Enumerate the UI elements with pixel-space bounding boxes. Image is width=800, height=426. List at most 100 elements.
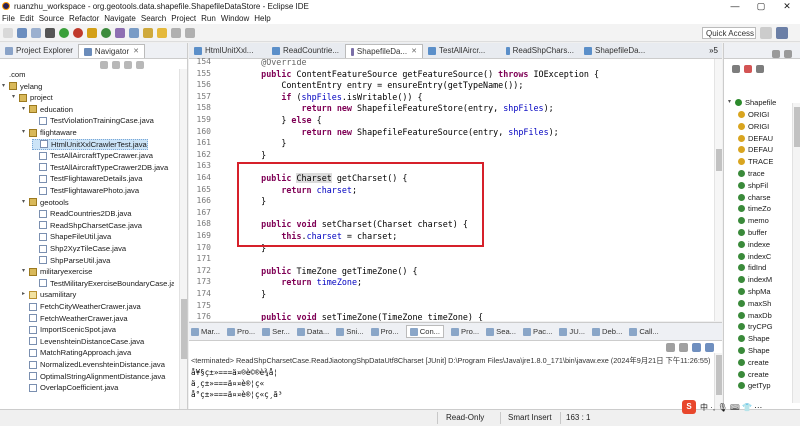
scrollbar-thumb[interactable]: [716, 355, 722, 395]
bottom-tab[interactable]: Pro...: [227, 327, 255, 336]
tree-package-item[interactable]: ▾ project: [12, 92, 53, 103]
chevron-right-icon[interactable]: ▸: [22, 289, 29, 300]
outline-item[interactable]: create: [738, 369, 769, 380]
open-perspective-icon[interactable]: [760, 27, 772, 39]
outline-item[interactable]: maxSh: [738, 298, 771, 309]
debug-icon[interactable]: [45, 27, 55, 38]
hide-static-icon[interactable]: [756, 65, 764, 73]
scrollbar-thumb[interactable]: [716, 149, 722, 171]
outline-item[interactable]: indexe: [738, 239, 770, 250]
save-icon[interactable]: [17, 27, 27, 38]
menu-file[interactable]: File: [2, 14, 15, 23]
annotation-icon[interactable]: [143, 27, 153, 38]
open-type-icon[interactable]: [115, 27, 125, 38]
outline-class-node[interactable]: ▾ Shapefile: [728, 97, 776, 108]
outline-item[interactable]: Shape: [738, 345, 770, 356]
tab-navigator[interactable]: Navigator ✕: [77, 44, 146, 58]
bottom-tab[interactable]: Call...: [629, 327, 659, 336]
tree-package-item[interactable]: ▾ education: [22, 104, 73, 115]
menu-edit[interactable]: Edit: [20, 14, 34, 23]
tree-package-item[interactable]: ▸ usamilitary: [22, 289, 76, 300]
bottom-tab[interactable]: Data...: [296, 327, 329, 336]
tree-file-item[interactable]: OverlapCoefficient.java: [22, 382, 118, 393]
minimize-view-icon[interactable]: [772, 50, 780, 58]
menu-project[interactable]: Project: [171, 14, 196, 23]
new-package-icon[interactable]: [87, 27, 97, 38]
outline-item[interactable]: tryCPG: [738, 321, 773, 332]
outline-item[interactable]: indexC: [738, 251, 771, 262]
next-annotation-icon[interactable]: [157, 27, 167, 38]
outline-item[interactable]: getTyp: [738, 380, 771, 391]
outline-item[interactable]: trace: [738, 168, 765, 179]
sort-icon[interactable]: [732, 65, 740, 73]
ime-toolbar[interactable]: S 中 ·, 🎙 ⌨ 👕 ⋯: [682, 399, 762, 415]
tree-file-item[interactable]: TestFlightawarePhoto.java: [32, 185, 139, 196]
external-tools-icon[interactable]: [73, 27, 83, 38]
bottom-tab[interactable]: Sni...: [336, 327, 364, 336]
outline-item[interactable]: fidInd: [738, 262, 766, 273]
chevron-down-icon[interactable]: ▾: [12, 92, 19, 103]
run-icon[interactable]: [59, 27, 69, 38]
outline-item[interactable]: DEFAU: [738, 133, 773, 144]
chevron-down-icon[interactable]: ▾: [2, 81, 9, 92]
tree-file-item[interactable]: ShpParseUtil.java: [32, 255, 110, 266]
tree-file-item[interactable]: FetchWeatherCrawer.java: [22, 313, 128, 324]
bottom-tab[interactable]: Pro...: [370, 327, 399, 336]
hide-fields-icon[interactable]: [744, 65, 752, 73]
quick-access-input[interactable]: Quick Access: [702, 27, 756, 39]
editor-tab[interactable]: HtmlUnitXxl...: [189, 44, 267, 58]
tree-file-item[interactable]: TestAllAircraftTypeCrawer.java: [32, 150, 153, 161]
search-icon[interactable]: [129, 27, 139, 38]
editor-tab[interactable]: TestAllAircr...: [423, 44, 501, 58]
new-icon[interactable]: [3, 27, 13, 38]
menu-refactor[interactable]: Refactor: [69, 14, 99, 23]
editor-tab[interactable]: ReadShpChars...: [501, 44, 579, 58]
bottom-tab[interactable]: Deb...: [592, 327, 622, 336]
outline-item[interactable]: memo: [738, 215, 769, 226]
outline-item[interactable]: ORIGI: [738, 109, 769, 120]
tree-file-item[interactable]: FetchCityWeatherCrawer.java: [22, 301, 141, 312]
menu-window[interactable]: Window: [221, 14, 249, 23]
maximize-button[interactable]: ▢: [748, 0, 774, 12]
tab-project-explorer[interactable]: Project Explorer: [0, 44, 78, 58]
outline-item[interactable]: maxDb: [738, 310, 772, 321]
scrollbar-thumb[interactable]: [794, 107, 800, 147]
tree-file-item[interactable]: HtmlUnitXxlCrawlerTest.java: [32, 138, 148, 150]
display-console-icon[interactable]: [705, 343, 714, 352]
bottom-tab[interactable]: Con...: [405, 325, 444, 338]
clear-console-icon[interactable]: [666, 343, 675, 352]
forward-icon[interactable]: [185, 27, 195, 38]
outline-item[interactable]: buffer: [738, 227, 767, 238]
tree-file-item[interactable]: ReadCountries2DB.java: [32, 208, 131, 219]
back-icon[interactable]: [171, 27, 181, 38]
view-menu-icon[interactable]: [124, 61, 132, 69]
editor-tab[interactable]: ShapefileDa...: [579, 44, 657, 58]
tree-package-item[interactable]: ▾ flightaware: [22, 127, 77, 138]
java-perspective-icon[interactable]: [776, 27, 788, 39]
minimize-button[interactable]: —: [722, 0, 748, 12]
menu-help[interactable]: Help: [254, 14, 270, 23]
menu-run[interactable]: Run: [201, 14, 216, 23]
outline-item[interactable]: create: [738, 357, 769, 368]
editor-tab[interactable]: ReadCountrie...: [267, 44, 345, 58]
outline-item[interactable]: timeZo: [738, 203, 771, 214]
link-editor-icon[interactable]: [112, 61, 120, 69]
outline-item[interactable]: indexM: [738, 274, 772, 285]
tree-file-item[interactable]: TestAllAircraftTypeCrawer2DB.java: [32, 162, 168, 173]
tree-package-item[interactable]: .com: [2, 69, 25, 80]
new-class-icon[interactable]: [101, 27, 111, 38]
outline-scrollbar[interactable]: [792, 103, 800, 403]
tree-file-item[interactable]: MatchRatingApproach.java: [22, 347, 131, 358]
tree-file-item[interactable]: Shp2XyzTileCase.java: [32, 243, 126, 254]
save-all-icon[interactable]: [31, 27, 41, 38]
bottom-tab[interactable]: Pac...: [523, 327, 552, 336]
tree-file-item[interactable]: OptimalStringAlignmentDistance.java: [22, 371, 165, 382]
outline-item[interactable]: shpMa: [738, 286, 771, 297]
outline-item[interactable]: TRACE: [738, 156, 773, 167]
close-button[interactable]: ✕: [774, 0, 800, 12]
tree-file-item[interactable]: ImportScenicSpot.java: [22, 324, 116, 335]
bottom-tab[interactable]: JU...: [559, 327, 585, 336]
pin-console-icon[interactable]: [692, 343, 701, 352]
tree-file-item[interactable]: TestViolationTrainingCase.java: [32, 115, 154, 126]
tree-file-item[interactable]: LevenshteinDistanceCase.java: [22, 336, 144, 347]
